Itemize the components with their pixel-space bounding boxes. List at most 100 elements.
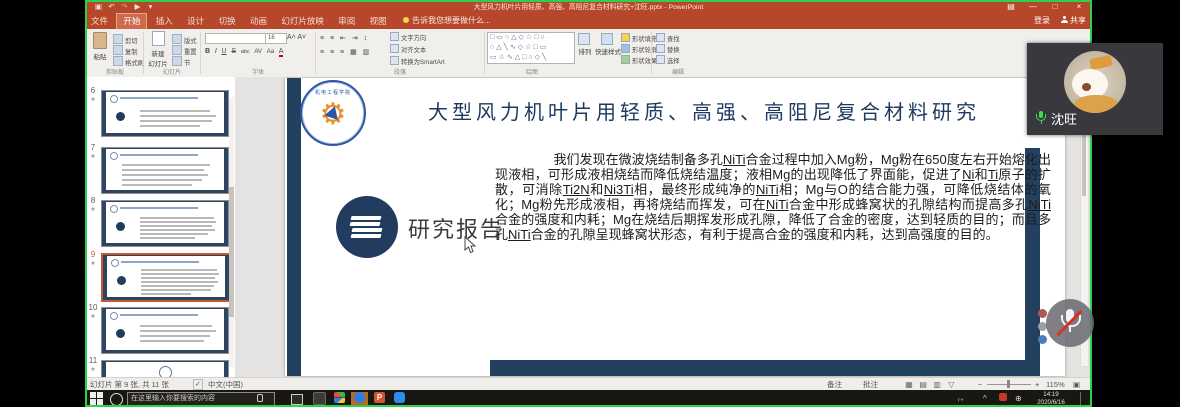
underline-button[interactable]: U: [222, 48, 227, 55]
copy-button[interactable]: 复制: [113, 45, 138, 56]
grow-shrink-font[interactable]: A˄ A˅: [287, 34, 306, 41]
cortana-icon[interactable]: [110, 393, 123, 406]
change-case-button[interactable]: Aa: [267, 49, 274, 55]
ribbon-display-options-icon[interactable]: ▤: [1002, 0, 1020, 13]
share-button[interactable]: 共享: [1061, 13, 1086, 29]
replace-button[interactable]: 替换: [656, 44, 680, 54]
thumbnail-number: 10: [88, 303, 98, 312]
start-slideshow-icon[interactable]: ▶: [132, 1, 143, 12]
save-icon[interactable]: ▣: [93, 1, 104, 12]
paste-button[interactable]: 粘贴: [89, 32, 111, 61]
select-button[interactable]: 选择: [656, 55, 680, 65]
report-label-text[interactable]: 研究报告: [408, 212, 504, 244]
format-painter-button[interactable]: 格式刷: [113, 56, 144, 67]
quick-styles-button[interactable]: 快速样式: [595, 33, 621, 56]
show-desktop-button[interactable]: [1080, 392, 1087, 405]
italic-button[interactable]: I: [215, 48, 217, 55]
layout-button[interactable]: 版式: [172, 34, 197, 45]
proofing-icon[interactable]: ✓: [193, 379, 203, 390]
tab-transitions[interactable]: 切换: [213, 13, 242, 29]
align-text-button[interactable]: 对齐文本: [390, 44, 426, 54]
tray-app-icon[interactable]: [999, 393, 1007, 404]
character-spacing-button[interactable]: AV: [254, 49, 262, 55]
tab-file[interactable]: 文件: [85, 13, 114, 29]
editing-group-label: 编辑: [654, 67, 702, 76]
windows-taskbar: 在这里输入你要搜索的内容 P ᵣ₊ ^ ⊕ 14:19 2020/6/16: [85, 390, 1092, 407]
text-direction-button[interactable]: 文字方向: [390, 32, 426, 42]
close-button[interactable]: ×: [1070, 0, 1088, 13]
minimize-button[interactable]: —: [1024, 0, 1042, 13]
thumbnail-scrollbar[interactable]: [229, 97, 234, 367]
tab-view[interactable]: 视图: [364, 13, 393, 29]
slide-thumbnail-10[interactable]: [101, 307, 229, 354]
status-bar: 幻灯片 第 9 张, 共 11 张 ✓ 中文(中国) 备注 批注 ▦ ▤ ▥ ▽…: [85, 377, 1092, 391]
font-size-combo[interactable]: 16: [265, 33, 287, 44]
start-button[interactable]: [90, 392, 104, 405]
language-globe-icon[interactable]: ⊕: [1015, 393, 1022, 404]
font-name-combo[interactable]: [205, 33, 267, 44]
slide-thumbnail-6[interactable]: [101, 90, 229, 137]
taskbar-clock[interactable]: 14:19 2020/6/16: [1027, 391, 1075, 406]
slide-body-text[interactable]: 我们发现在微波烧结制备多孔NiTi合金过程中加入Mg粉，Mg粉在650度左右开始…: [495, 152, 1051, 242]
bold-button[interactable]: B: [205, 48, 210, 55]
smartart-button[interactable]: 转换为SmartArt: [390, 56, 445, 66]
replace-label: 替换: [667, 47, 680, 54]
app-icon-photos[interactable]: [331, 392, 348, 405]
slide-thumbnail-11[interactable]: [101, 360, 229, 377]
redo-icon[interactable]: ↷: [119, 1, 130, 12]
new-slide-icon: [152, 31, 165, 46]
participant-video-tile[interactable]: 沈旺: [1027, 43, 1163, 135]
thumbnail-number-selected: 9: [88, 250, 98, 259]
alignment-row[interactable]: ≡ ≡ ≡ ▦ ▥: [320, 48, 371, 56]
report-books-icon: [336, 196, 398, 258]
list-indent-row[interactable]: ≡ ≡ ⇤ ⇥ ↕: [320, 34, 369, 42]
slide-title-text[interactable]: 大型风力机叶片用轻质、高强、高阻尼复合材料研究: [428, 96, 980, 125]
app-icon-camera[interactable]: [311, 392, 328, 405]
replace-icon: [656, 44, 665, 53]
font-group: 16 A˄ A˅ B I U S abc AV Aa A 字体: [203, 29, 313, 77]
task-view-icon[interactable]: [291, 394, 303, 405]
tab-slideshow[interactable]: 幻灯片放映: [275, 13, 330, 29]
text-shadow-button[interactable]: abc: [241, 49, 250, 55]
slide-thumbnail-8[interactable]: [101, 200, 229, 247]
app-icon-messenger[interactable]: [391, 392, 408, 405]
font-color-button[interactable]: A: [279, 48, 284, 57]
quick-access-dropdown-icon[interactable]: ▾: [145, 1, 156, 12]
strikethrough-button[interactable]: S: [231, 48, 236, 55]
network-signal-icon[interactable]: ᵣ₊: [958, 393, 964, 404]
animation-star-icon: ★: [88, 96, 98, 103]
find-button[interactable]: 查找: [656, 33, 680, 43]
maximize-button[interactable]: □: [1046, 0, 1064, 13]
tab-design[interactable]: 设计: [181, 13, 210, 29]
section-icon: [172, 56, 182, 66]
mic-muted-floating-button[interactable]: [1046, 299, 1094, 347]
tab-review[interactable]: 审阅: [332, 13, 361, 29]
cut-button[interactable]: 剪切: [113, 34, 138, 45]
undo-icon[interactable]: ↶: [106, 1, 117, 12]
reset-icon: [172, 45, 182, 55]
slide-canvas[interactable]: 机电工程学院 ⚙ 大型风力机叶片用轻质、高强、高阻尼复合材料研究 研究报告 我们…: [285, 78, 1065, 376]
share-label: 共享: [1070, 16, 1086, 25]
shapes-gallery[interactable]: □▭○△◇☆□○ ○△╲∿◇☆□▭ ▭☆∿△□○◇╲: [487, 32, 575, 64]
app-icon-powerpoint[interactable]: P: [371, 392, 388, 405]
floating-dot-blue[interactable]: [1038, 335, 1047, 344]
slide-bottom-accent-bar: [490, 360, 1040, 376]
ribbon: 粘贴 剪切 复制 格式刷 剪贴板 新建 幻灯片 版式 重置 节 幻灯片: [85, 29, 1092, 78]
sign-in-button[interactable]: 登录: [1034, 13, 1050, 29]
paragraph-group-label: 段落: [318, 67, 482, 76]
section-button[interactable]: 节: [172, 56, 190, 67]
app-icon-meeting-active[interactable]: [351, 392, 368, 405]
arrange-button[interactable]: 排列: [575, 33, 595, 56]
new-slide-button[interactable]: 新建 幻灯片: [146, 31, 170, 68]
tab-insert[interactable]: 插入: [150, 13, 179, 29]
search-mic-icon[interactable]: [257, 394, 263, 402]
reset-button[interactable]: 重置: [172, 45, 197, 56]
shapes-row-3: ▭☆∿△□○◇╲: [490, 53, 574, 63]
tab-home[interactable]: 开始: [116, 13, 147, 30]
tell-me-box[interactable]: 告诉我您想要做什么...: [403, 13, 491, 29]
tab-animations[interactable]: 动画: [244, 13, 273, 29]
slide-thumbnail-7[interactable]: [101, 147, 229, 194]
slide-thumbnail-9-selected[interactable]: [101, 253, 231, 302]
hidden-icons-chevron[interactable]: ^: [983, 393, 987, 404]
taskbar-search-input[interactable]: 在这里输入你要搜索的内容: [127, 392, 275, 406]
